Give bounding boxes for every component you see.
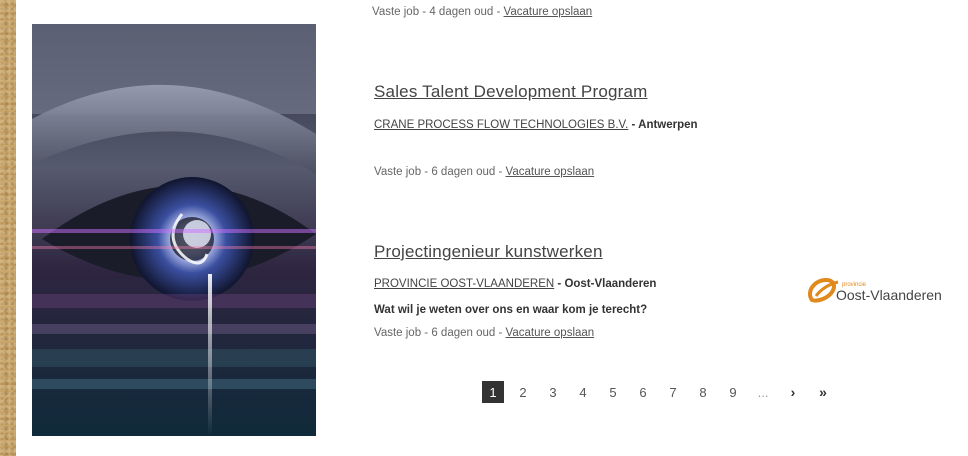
save-vacancy-link[interactable]: Vacature opslaan bbox=[504, 6, 593, 18]
pagination: 1 2 3 4 5 6 7 8 9 ... › » bbox=[482, 380, 842, 404]
oost-vlaanderen-logo-icon: provincie Oost-Vlaanderen bbox=[807, 277, 942, 303]
job-title-link[interactable]: Sales Talent Development Program bbox=[374, 82, 648, 102]
page-8[interactable]: 8 bbox=[692, 381, 714, 403]
page-6[interactable]: 6 bbox=[632, 381, 654, 403]
page: Vaste job - 4 dagen oud - Vacature opsla… bbox=[16, 0, 968, 456]
page-2[interactable]: 2 bbox=[512, 381, 534, 403]
page-7[interactable]: 7 bbox=[662, 381, 684, 403]
job-age: 6 dagen oud bbox=[431, 327, 496, 339]
save-vacancy-link[interactable]: Vacature opslaan bbox=[506, 327, 595, 339]
job-meta: Vaste job - 4 dagen oud - Vacature opsla… bbox=[372, 6, 592, 18]
eye-illustration bbox=[32, 24, 316, 436]
double-chevron-right-icon[interactable]: » bbox=[812, 381, 834, 403]
logo-big-text: Oost-Vlaanderen bbox=[836, 287, 942, 303]
page-1[interactable]: 1 bbox=[482, 381, 504, 403]
separator: - bbox=[421, 166, 432, 178]
job-company-line: CRANE PROCESS FLOW TECHNOLOGIES B.V. - A… bbox=[374, 119, 698, 131]
job-company-line: PROVINCIE OOST-VLAANDEREN - Oost-Vlaande… bbox=[374, 278, 656, 290]
company-link[interactable]: CRANE PROCESS FLOW TECHNOLOGIES B.V. bbox=[374, 119, 628, 131]
separator: - bbox=[421, 327, 432, 339]
separator: - bbox=[419, 6, 430, 18]
job-title-link[interactable]: Projectingenieur kunstwerken bbox=[374, 242, 603, 262]
job-type: Vaste job bbox=[372, 6, 420, 18]
hero-image-eye bbox=[32, 24, 316, 436]
job-type: Vaste job bbox=[374, 166, 422, 178]
job-results: Vaste job - 4 dagen oud - Vacature opsla… bbox=[372, 0, 962, 456]
page-5[interactable]: 5 bbox=[602, 381, 624, 403]
page-4[interactable]: 4 bbox=[572, 381, 594, 403]
job-teaser: Wat wil je weten over ons en waar kom je… bbox=[374, 304, 648, 316]
pagination-ellipsis: ... bbox=[757, 384, 769, 400]
job-age: 4 dagen oud bbox=[429, 6, 494, 18]
job-meta: Vaste job - 6 dagen oud - Vacature opsla… bbox=[374, 166, 594, 178]
job-meta: Vaste job - 6 dagen oud - Vacature opsla… bbox=[374, 327, 594, 339]
job-type: Vaste job bbox=[374, 327, 422, 339]
separator: - bbox=[495, 166, 506, 178]
company-logo[interactable]: provincie Oost-Vlaanderen bbox=[804, 274, 944, 308]
page-9[interactable]: 9 bbox=[722, 381, 744, 403]
job-location: - Antwerpen bbox=[628, 119, 698, 131]
page-3[interactable]: 3 bbox=[542, 381, 564, 403]
save-vacancy-link[interactable]: Vacature opslaan bbox=[506, 166, 595, 178]
separator: - bbox=[493, 6, 504, 18]
company-link[interactable]: PROVINCIE OOST-VLAANDEREN bbox=[374, 278, 554, 290]
job-age: 6 dagen oud bbox=[431, 166, 496, 178]
job-location: - Oost-Vlaanderen bbox=[554, 278, 657, 290]
separator: - bbox=[495, 327, 506, 339]
chevron-right-icon[interactable]: › bbox=[782, 381, 804, 403]
